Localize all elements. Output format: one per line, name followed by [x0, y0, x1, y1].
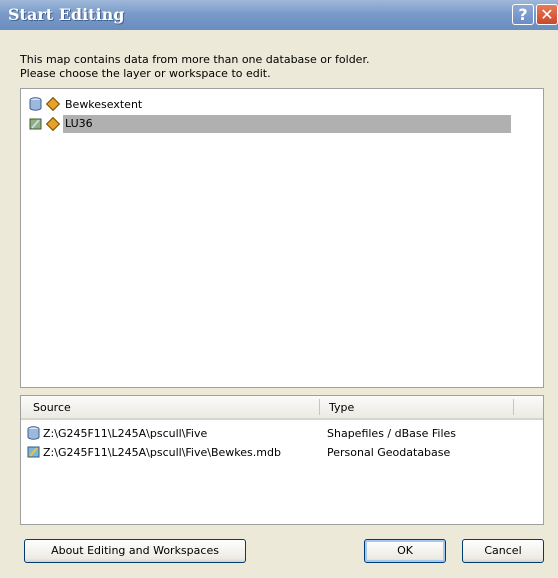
layer-workspace-tree[interactable]: Bewkesextent LU36	[20, 88, 544, 388]
ok-button[interactable]: OK	[364, 539, 446, 563]
column-divider[interactable]	[319, 399, 320, 415]
source-type: Shapefiles / dBase Files	[327, 427, 457, 440]
shapefile-workspace-icon	[27, 426, 40, 440]
instruction-line-2: Please choose the layer or workspace to …	[20, 67, 271, 80]
instruction-line-1: This map contains data from more than on…	[20, 53, 370, 66]
source-path: Z:\G245F11\L245A\pscull\Five\Bewkes.mdb	[43, 445, 281, 459]
sources-list[interactable]: Source Type Z:\G245F11\L245A\pscull\Five…	[20, 395, 544, 525]
close-button[interactable]: ✕	[536, 4, 558, 25]
tree-item-label: Bewkesextent	[65, 97, 143, 111]
title-bar[interactable]: Start Editing ? ✕	[0, 0, 558, 30]
tree-item-lu36[interactable]: LU36	[29, 115, 511, 133]
instructions: This map contains data from more than on…	[20, 53, 369, 81]
personal-geodatabase-icon	[29, 118, 42, 130]
column-divider[interactable]	[513, 399, 514, 415]
sources-header: Source Type	[21, 396, 543, 420]
tree-item-label: LU36	[63, 115, 511, 133]
source-row[interactable]: Z:\G245F11\L245A\pscull\Five\Bewkes.mdb	[27, 443, 281, 461]
source-row[interactable]: Z:\G245F11\L245A\pscull\Five	[27, 424, 207, 442]
cancel-button[interactable]: Cancel	[462, 539, 544, 563]
help-button[interactable]: ?	[512, 4, 534, 25]
tree-item-bewkesextent[interactable]: Bewkesextent	[29, 95, 144, 113]
start-editing-dialog: Start Editing ? ✕ This map contains data…	[0, 0, 558, 578]
about-editing-button[interactable]: About Editing and Workspaces	[24, 539, 246, 563]
column-header-source[interactable]: Source	[33, 401, 71, 414]
window-title: Start Editing	[8, 5, 125, 24]
layer-icon	[45, 116, 61, 132]
column-header-type[interactable]: Type	[329, 401, 354, 414]
source-path: Z:\G245F11\L245A\pscull\Five	[43, 426, 208, 440]
personal-geodatabase-icon	[27, 446, 40, 458]
layer-icon	[45, 96, 61, 112]
shapefile-workspace-icon	[29, 97, 42, 111]
source-type: Personal Geodatabase	[327, 446, 451, 459]
